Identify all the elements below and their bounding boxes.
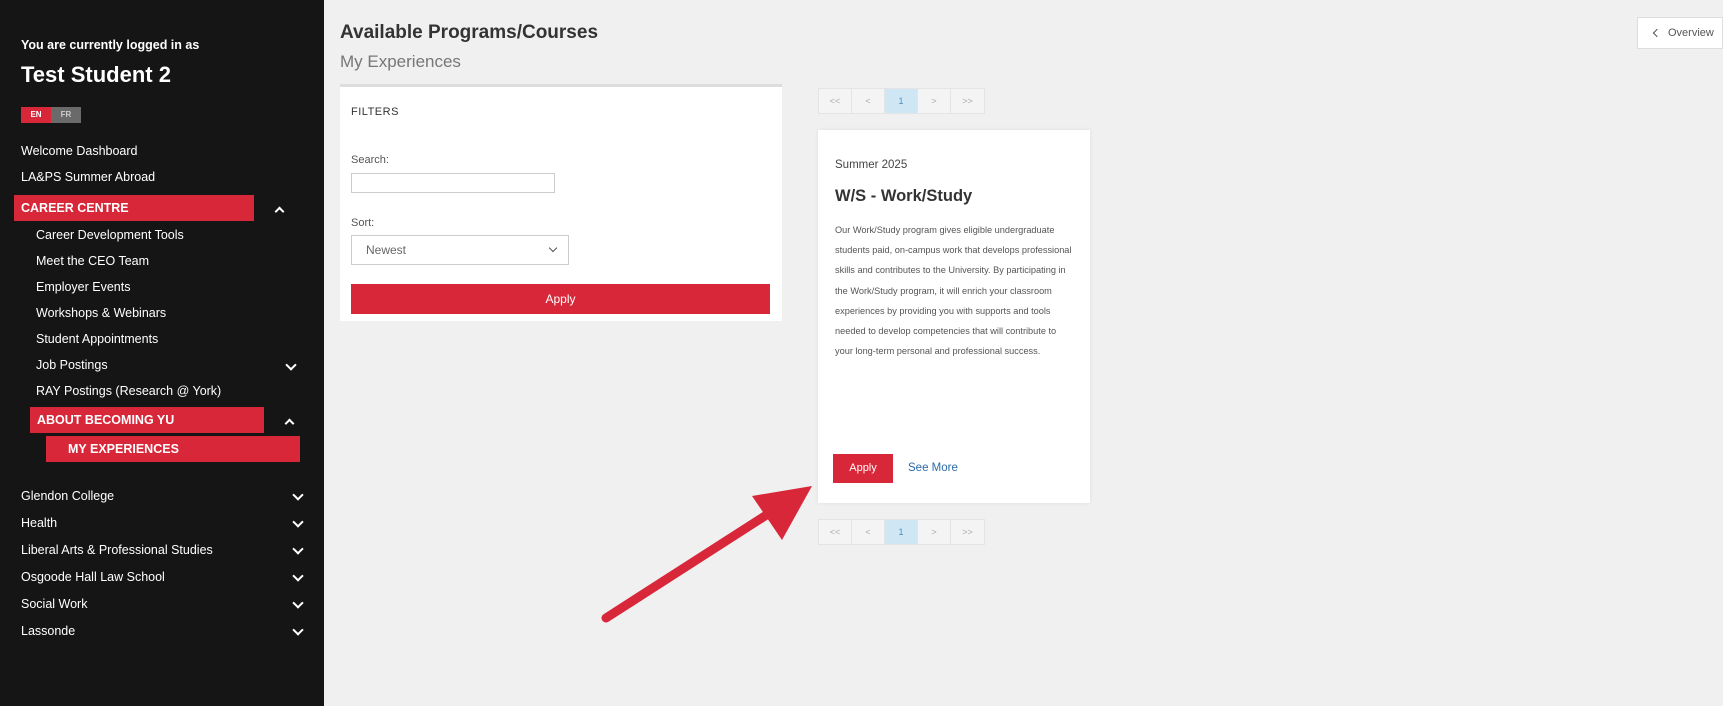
chevron-down-icon[interactable] xyxy=(292,516,304,528)
chevron-up-icon[interactable] xyxy=(284,418,295,429)
user-name: Test Student 2 xyxy=(21,62,171,87)
chevron-down-icon xyxy=(548,243,558,253)
program-card: Summer 2025 W/S - Work/Study Our Work/St… xyxy=(818,130,1090,503)
logged-in-label: You are currently logged in as xyxy=(21,38,200,52)
filters-panel: FILTERS Search: Sort: Newest Apply xyxy=(340,84,782,321)
sidebar-item-career-centre[interactable]: CAREER CENTRE xyxy=(14,195,254,221)
sidebar-item-health[interactable]: Health xyxy=(21,516,57,530)
sidebar-item-workshops-webinars[interactable]: Workshops & Webinars xyxy=(36,306,166,320)
chevron-down-icon[interactable] xyxy=(292,489,304,501)
sidebar-item-liberal-arts[interactable]: Liberal Arts & Professional Studies xyxy=(21,543,213,557)
sidebar-item-student-appointments[interactable]: Student Appointments xyxy=(36,332,158,346)
page-first-button[interactable]: << xyxy=(819,89,852,113)
sort-select[interactable]: Newest xyxy=(351,235,569,265)
page-next-button[interactable]: > xyxy=(918,520,951,544)
filter-apply-button[interactable]: Apply xyxy=(351,284,770,314)
sidebar-item-lassonde[interactable]: Lassonde xyxy=(21,624,75,638)
sidebar-item-about-becoming-yu[interactable]: ABOUT BECOMING YU xyxy=(30,407,264,433)
sort-selected-value: Newest xyxy=(366,243,407,257)
chevron-up-icon[interactable] xyxy=(274,206,285,217)
sidebar-item-osgoode-hall[interactable]: Osgoode Hall Law School xyxy=(21,570,165,584)
chevron-down-icon[interactable] xyxy=(285,359,297,371)
sidebar-item-glendon-college[interactable]: Glendon College xyxy=(21,489,114,503)
overview-button[interactable]: Overview xyxy=(1637,17,1723,49)
page-last-button[interactable]: >> xyxy=(951,520,984,544)
chevron-down-icon[interactable] xyxy=(292,543,304,555)
page-prev-button[interactable]: < xyxy=(852,89,885,113)
sidebar-item-welcome-dashboard[interactable]: Welcome Dashboard xyxy=(21,144,138,158)
page-subtitle: My Experiences xyxy=(340,52,461,71)
sidebar: You are currently logged in as Test Stud… xyxy=(0,0,324,706)
search-input[interactable] xyxy=(351,173,555,193)
page-current[interactable]: 1 xyxy=(885,89,918,113)
sidebar-item-career-development-tools[interactable]: Career Development Tools xyxy=(36,228,184,242)
sidebar-item-my-experiences[interactable]: MY EXPERIENCES xyxy=(46,436,300,462)
lang-en-option[interactable]: EN xyxy=(21,107,51,123)
page-last-button[interactable]: >> xyxy=(951,89,984,113)
sidebar-item-ray-postings[interactable]: RAY Postings (Research @ York) xyxy=(36,384,221,398)
sidebar-item-employer-events[interactable]: Employer Events xyxy=(36,280,130,294)
chevron-down-icon[interactable] xyxy=(292,570,304,582)
filters-title: FILTERS xyxy=(351,106,399,118)
sidebar-item-job-postings[interactable]: Job Postings xyxy=(36,358,108,372)
page-current[interactable]: 1 xyxy=(885,520,918,544)
pagination-bottom: << < 1 > >> xyxy=(818,519,985,545)
see-more-link[interactable]: See More xyxy=(908,462,958,474)
sort-label: Sort: xyxy=(351,217,375,229)
sidebar-item-meet-ceo-team[interactable]: Meet the CEO Team xyxy=(36,254,149,268)
lang-fr-option[interactable]: FR xyxy=(51,107,81,123)
sidebar-item-social-work[interactable]: Social Work xyxy=(21,597,87,611)
card-title: W/S - Work/Study xyxy=(835,187,973,205)
page-next-button[interactable]: > xyxy=(918,89,951,113)
page-title: Available Programs/Courses xyxy=(340,22,599,43)
page-first-button[interactable]: << xyxy=(819,520,852,544)
language-toggle[interactable]: EN FR xyxy=(21,107,81,123)
search-label: Search: xyxy=(351,154,389,166)
overview-label: Overview xyxy=(1668,27,1714,39)
chevron-down-icon[interactable] xyxy=(292,624,304,636)
chevron-left-icon xyxy=(1652,28,1662,38)
pagination-top: << < 1 > >> xyxy=(818,88,985,114)
chevron-down-icon[interactable] xyxy=(292,597,304,609)
page-prev-button[interactable]: < xyxy=(852,520,885,544)
sidebar-item-summer-abroad[interactable]: LA&PS Summer Abroad xyxy=(21,170,155,184)
card-term: Summer 2025 xyxy=(835,159,908,171)
card-description-fade xyxy=(835,366,1075,414)
card-apply-button[interactable]: Apply xyxy=(833,454,893,483)
